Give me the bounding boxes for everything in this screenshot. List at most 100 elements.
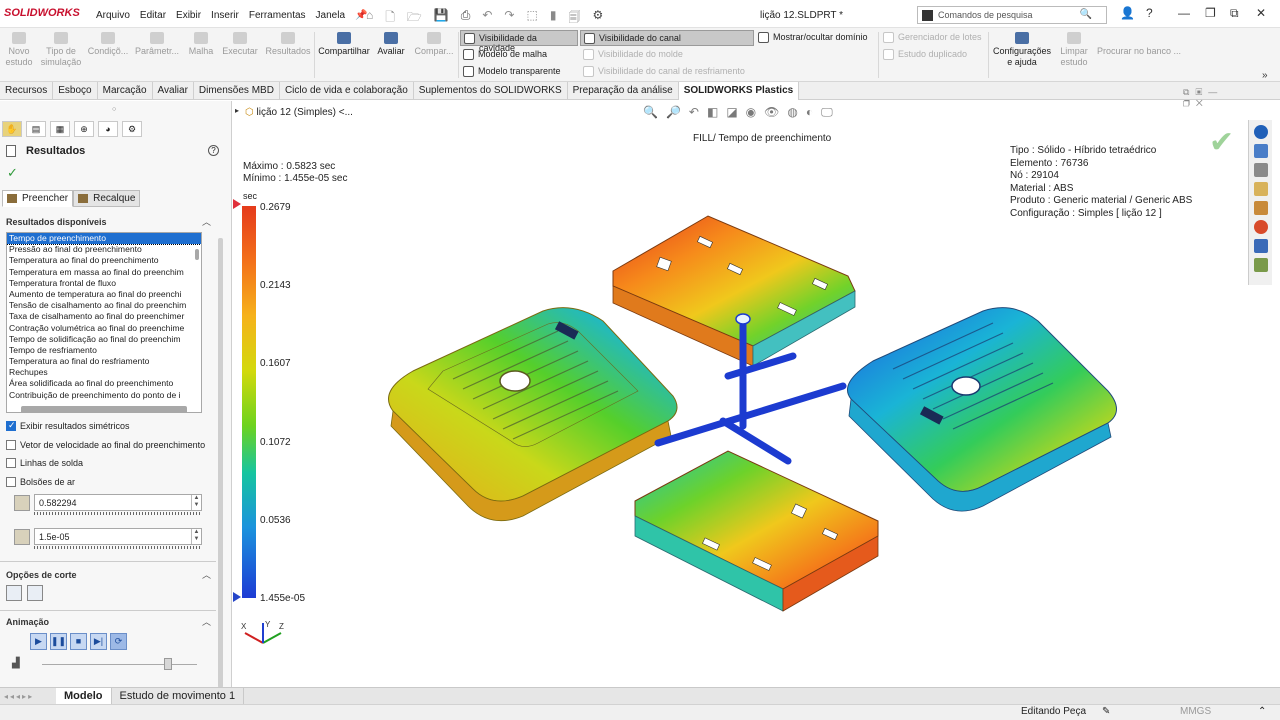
vp-tile-icon[interactable]: ▣ — [1195, 87, 1208, 97]
new-document-icon[interactable]: 🗋 — [385, 8, 395, 29]
result-item[interactable]: Taxa de cisalhamento ao final do preench… — [7, 311, 201, 322]
result-item[interactable]: Temperatura frontal de fluxo — [7, 278, 201, 289]
search-bank-button[interactable]: Procurar no banco ... — [1096, 30, 1182, 57]
graphics-area[interactable]: ▸ ⬡ lição 12 (Simples) <... 🔍🔎↶◧◪◉👁◍◐🖵 ⧉… — [233, 87, 1248, 687]
loop-button[interactable]: ⟳ — [110, 633, 127, 650]
monitor-icon[interactable]: 🖵 — [821, 105, 841, 119]
subtab-recalque[interactable]: Recalque — [73, 190, 141, 207]
batch-manager-button[interactable]: Gerenciador de lotes — [880, 30, 986, 46]
zoom-area-icon[interactable]: 🔎 — [666, 105, 689, 119]
tab-solidworks-plastics[interactable]: SOLIDWORKS Plastics — [678, 82, 800, 100]
ok-checkmark-button[interactable]: ✓ — [7, 165, 18, 181]
mold-visibility-toggle[interactable]: Visibilidade do molde — [580, 47, 754, 63]
menu-janela[interactable]: Janela — [316, 10, 345, 21]
solidworks-logo[interactable]: SOLIDWORKS — [4, 7, 80, 19]
result-item[interactable]: Tensão de cisalhamento ao final do preen… — [7, 300, 201, 311]
restore-icon[interactable]: ❐ — [1205, 6, 1216, 20]
new-study-button[interactable]: Novo estudo — [4, 30, 34, 68]
iso-surface-icon[interactable] — [27, 585, 43, 601]
symmetric-results-checkbox[interactable]: Exibir resultados simétricos — [6, 420, 130, 431]
tab-suplementos[interactable]: Suplementos do SOLIDWORKS — [414, 82, 568, 100]
tree-expand-arrow-icon[interactable]: ▸ — [235, 106, 239, 115]
vp-restore-icon[interactable]: ⧉ — [1183, 87, 1195, 97]
max-value-field[interactable]: 0.582294 ▲ ▼ — [34, 494, 202, 511]
weld-lines-checkbox[interactable]: Linhas de solda — [6, 458, 83, 468]
transparent-model-toggle[interactable]: Modelo transparente — [460, 64, 578, 80]
configuration-manager-tab[interactable]: ⊕ — [74, 121, 94, 137]
expand-toolbar-icon[interactable]: » — [1262, 70, 1268, 81]
list-horizontal-scrollbar[interactable] — [21, 406, 187, 412]
close-icon[interactable]: ✕ — [1256, 6, 1266, 20]
home-pane-icon[interactable] — [1253, 144, 1268, 158]
vp-maximize-icon[interactable]: ❐ — [1183, 98, 1196, 108]
save-icon[interactable]: 💾 — [434, 8, 449, 29]
feature-tree-flyout[interactable]: ⬡ lição 12 (Simples) <... — [245, 107, 353, 118]
result-item[interactable]: Aumento de temperatura ao final do preen… — [7, 289, 201, 300]
undo-icon[interactable]: ↶ — [482, 8, 492, 29]
conditions-button[interactable]: Condiçõ... — [86, 30, 130, 57]
results-list[interactable]: Tempo de preenchimento Pressão ao final d… — [6, 232, 202, 413]
panel-scrollbar[interactable] — [218, 238, 223, 688]
velocity-vector-checkbox[interactable]: Vetor de velocidade ao final do preenchi… — [6, 440, 205, 450]
result-item[interactable]: Temperatura em massa ao final do preench… — [7, 267, 201, 278]
mesh-model-toggle[interactable]: Modelo de malha — [460, 47, 578, 63]
panel-grip-icon[interactable]: ○ — [112, 106, 116, 113]
tab-modelo[interactable]: Modelo — [56, 687, 112, 705]
menu-editar[interactable]: Editar — [140, 10, 166, 21]
collapse-chevron-icon[interactable]: ︿ — [202, 215, 211, 228]
max-value-track[interactable] — [34, 512, 202, 515]
menu-inserir[interactable]: Inserir — [211, 10, 239, 21]
stop-button[interactable]: ■ — [70, 633, 87, 650]
appearance-icon[interactable]: ◍ — [787, 105, 805, 119]
show-hide-domain-toggle[interactable]: Mostrar/ocultar domínio — [755, 30, 877, 46]
vp-minimize-icon[interactable]: — — [1208, 87, 1223, 97]
cooling-channel-visibility-toggle[interactable]: Visibilidade do canal de resfriamento — [580, 64, 754, 80]
pause-button[interactable]: ❚❚ — [50, 633, 67, 650]
result-item[interactable]: Contração volumétrica ao final do preenc… — [7, 323, 201, 334]
settings-help-button[interactable]: Configurações e ajuda — [990, 30, 1054, 68]
menu-ferramentas[interactable]: Ferramentas — [249, 10, 306, 21]
simulation-manager-tab[interactable]: ⚙ — [122, 121, 142, 137]
slider-knob[interactable] — [164, 658, 173, 670]
parameters-button[interactable]: Parâmetr... — [134, 30, 180, 57]
vp-close-icon[interactable]: ✕ — [1196, 98, 1209, 108]
play-button[interactable]: ▶ — [30, 633, 47, 650]
share-button[interactable]: Compartilhar — [316, 30, 372, 57]
tab-avaliar[interactable]: Avaliar — [153, 82, 194, 100]
result-item[interactable]: Rechupes — [7, 367, 201, 378]
help-circle-icon[interactable]: ? — [208, 145, 219, 156]
tab-ciclo-de-vida[interactable]: Ciclo de vida e colaboração — [280, 82, 414, 100]
cavity-visibility-toggle[interactable]: Visibilidade da cavidade — [460, 30, 578, 53]
display-style-icon[interactable]: ◉ — [746, 105, 764, 119]
solidworks-resources-icon[interactable] — [1253, 125, 1268, 139]
status-customize-icon[interactable]: ⌃ — [1258, 706, 1266, 717]
command-search-input[interactable]: Comandos de pesquisa 🔍 — [917, 6, 1107, 24]
section-view-icon[interactable]: ◧ — [707, 105, 726, 119]
min-value-track[interactable] — [34, 546, 202, 549]
results-button[interactable]: Resultados — [264, 30, 312, 57]
restore-down-icon[interactable]: ⧉ — [1230, 6, 1239, 21]
menu-exibir[interactable]: Exibir — [176, 10, 201, 21]
collapse-chevron-icon[interactable]: ︿ — [202, 615, 211, 628]
tab-marcacao[interactable]: Marcação — [98, 82, 153, 100]
appearances-icon[interactable] — [1253, 220, 1268, 234]
result-item[interactable]: Pressão ao final do preenchimento — [7, 244, 201, 255]
zoom-to-fit-icon[interactable]: 🔍 — [643, 105, 666, 119]
plastics-manager-tab[interactable]: ✋ — [2, 121, 22, 137]
print-icon[interactable]: ⎙ — [461, 8, 471, 29]
property-manager-tab[interactable]: ▦ — [50, 121, 70, 137]
display-manager-tab[interactable]: ◕ — [98, 121, 118, 137]
mesh-button[interactable]: Malha — [186, 30, 216, 57]
result-item[interactable]: Temperatura ao final do preenchimento — [7, 255, 201, 266]
units-selector[interactable]: MMGS — [1180, 706, 1211, 717]
view-palette-icon[interactable] — [1253, 201, 1268, 215]
options-gear-icon[interactable]: ⚙ — [592, 8, 603, 29]
select-icon[interactable]: ⬚ — [526, 8, 537, 29]
duplicate-study-button[interactable]: Estudo duplicado — [880, 47, 986, 63]
result-item[interactable]: Área solidificada ao final do preenchime… — [7, 378, 201, 389]
section-plane-icon[interactable] — [6, 585, 22, 601]
redo-icon[interactable]: ↷ — [504, 8, 514, 29]
animation-slider[interactable] — [42, 658, 197, 670]
design-library-icon[interactable] — [1253, 163, 1268, 177]
compare-button[interactable]: Compar... — [412, 30, 456, 57]
